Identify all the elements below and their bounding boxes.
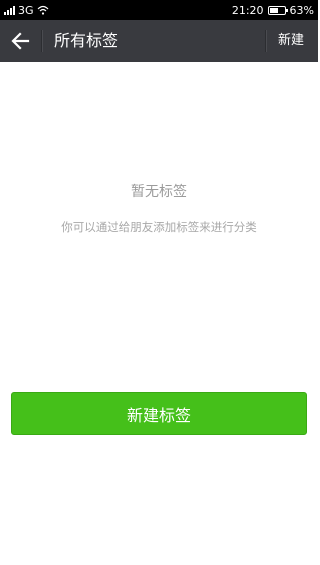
status-bar: 3G 21:20 63%: [0, 0, 318, 20]
page-title: 所有标签: [54, 31, 119, 50]
divider: [41, 30, 43, 52]
battery-percent: 63%: [289, 3, 314, 17]
status-left: 3G: [4, 0, 49, 20]
battery-icon: [267, 5, 288, 15]
back-button[interactable]: [8, 29, 34, 53]
divider: [265, 30, 267, 52]
status-right: 21:20 63%: [232, 0, 314, 20]
network-type: 3G: [18, 3, 34, 17]
create-tag-button-label: 新建标签: [126, 405, 191, 425]
wifi-icon: [37, 5, 48, 15]
clock: 21:20: [231, 3, 264, 17]
empty-state-description: 你可以通过给朋友添加标签来进行分类: [61, 220, 257, 234]
app-bar: 所有标签 新建: [0, 20, 318, 62]
empty-state-title: 暂无标签: [131, 184, 187, 200]
battery-level: [269, 7, 279, 13]
signal-icon: [4, 5, 15, 15]
new-button[interactable]: 新建: [278, 32, 304, 50]
arrow-left-icon: [11, 32, 30, 50]
create-tag-button[interactable]: 新建标签: [11, 392, 307, 435]
